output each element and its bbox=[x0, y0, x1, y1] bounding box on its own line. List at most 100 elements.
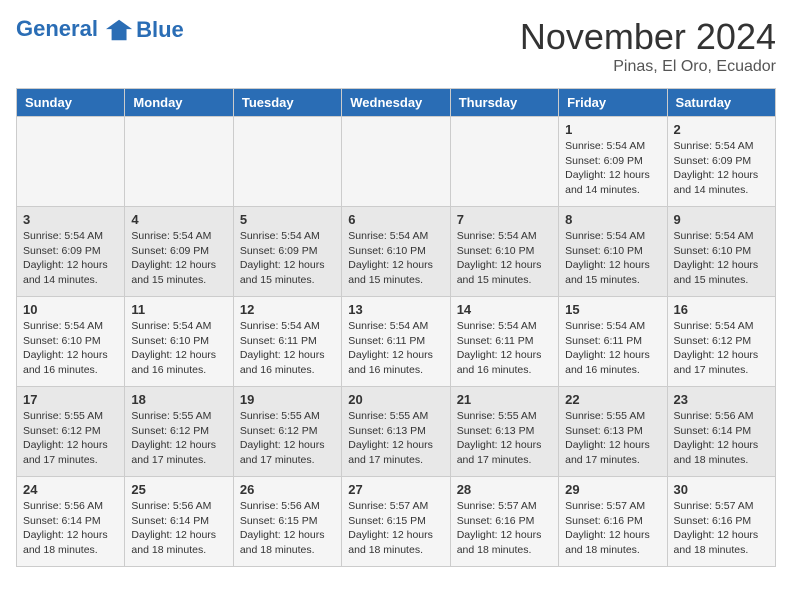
calendar-cell: 12 Sunrise: 5:54 AM Sunset: 6:11 PM Dayli… bbox=[233, 297, 341, 387]
calendar-cell: 9Sunrise: 5:54 AM Sunset: 6:10 PM Daylig… bbox=[667, 207, 775, 297]
day-of-week-header: Friday bbox=[559, 89, 667, 117]
calendar-cell bbox=[17, 117, 125, 207]
location: Pinas, El Oro, Ecuador bbox=[520, 58, 776, 76]
day-info: Sunrise: 5:54 AM Sunset: 6:11 PM Dayligh… bbox=[240, 319, 335, 378]
day-number: 26 bbox=[240, 482, 335, 497]
calendar-cell: 14 Sunrise: 5:54 AM Sunset: 6:11 PM Dayli… bbox=[450, 297, 558, 387]
day-info: Sunrise: 5:54 AM Sunset: 6:10 PM Dayligh… bbox=[457, 229, 552, 288]
day-info: Sunrise: 5:55 AM Sunset: 6:13 PM Dayligh… bbox=[457, 409, 552, 468]
logo-blue: Blue bbox=[136, 18, 184, 42]
day-info: Sunrise: 5:57 AM Sunset: 6:16 PM Dayligh… bbox=[457, 499, 552, 558]
calendar-cell: 30Sunrise: 5:57 AM Sunset: 6:16 PM Dayli… bbox=[667, 477, 775, 567]
calendar-cell: 2Sunrise: 5:54 AM Sunset: 6:09 PM Daylig… bbox=[667, 117, 775, 207]
logo-icon bbox=[106, 16, 134, 44]
calendar-cell bbox=[342, 117, 450, 207]
calendar-cell: 15Sunrise: 5:54 AM Sunset: 6:11 PM Dayli… bbox=[559, 297, 667, 387]
calendar-cell: 13 Sunrise: 5:54 AM Sunset: 6:11 PM Dayli… bbox=[342, 297, 450, 387]
day-of-week-header: Wednesday bbox=[342, 89, 450, 117]
day-info: Sunrise: 5:54 AM Sunset: 6:10 PM Dayligh… bbox=[131, 319, 226, 378]
day-info: Sunrise: 5:54 AM Sunset: 6:09 PM Dayligh… bbox=[565, 139, 660, 198]
calendar-cell bbox=[450, 117, 558, 207]
day-number: 29 bbox=[565, 482, 660, 497]
day-number: 28 bbox=[457, 482, 552, 497]
calendar-cell: 3Sunrise: 5:54 AM Sunset: 6:09 PM Daylig… bbox=[17, 207, 125, 297]
day-number: 20 bbox=[348, 392, 443, 407]
day-number: 24 bbox=[23, 482, 118, 497]
calendar-cell: 22Sunrise: 5:55 AM Sunset: 6:13 PM Dayli… bbox=[559, 387, 667, 477]
calendar-cell: 28 Sunrise: 5:57 AM Sunset: 6:16 PM Dayli… bbox=[450, 477, 558, 567]
day-info: Sunrise: 5:55 AM Sunset: 6:12 PM Dayligh… bbox=[240, 409, 335, 468]
calendar-cell: 26 Sunrise: 5:56 AM Sunset: 6:15 PM Dayli… bbox=[233, 477, 341, 567]
day-number: 1 bbox=[565, 122, 660, 137]
calendar-body: 1 Sunrise: 5:54 AM Sunset: 6:09 PM Daylig… bbox=[17, 117, 776, 567]
calendar-cell: 29 Sunrise: 5:57 AM Sunset: 6:16 PM Dayli… bbox=[559, 477, 667, 567]
day-number: 23 bbox=[674, 392, 769, 407]
day-number: 11 bbox=[131, 302, 226, 317]
calendar-table: SundayMondayTuesdayWednesdayThursdayFrid… bbox=[16, 88, 776, 567]
day-info: Sunrise: 5:55 AM Sunset: 6:13 PM Dayligh… bbox=[348, 409, 443, 468]
day-number: 17 bbox=[23, 392, 118, 407]
calendar-cell: 27Sunrise: 5:57 AM Sunset: 6:15 PM Dayli… bbox=[342, 477, 450, 567]
calendar-cell bbox=[125, 117, 233, 207]
day-of-week-header: Saturday bbox=[667, 89, 775, 117]
title-block: November 2024 Pinas, El Oro, Ecuador bbox=[520, 16, 776, 76]
day-info: Sunrise: 5:54 AM Sunset: 6:09 PM Dayligh… bbox=[131, 229, 226, 288]
day-info: Sunrise: 5:55 AM Sunset: 6:12 PM Dayligh… bbox=[131, 409, 226, 468]
day-number: 16 bbox=[674, 302, 769, 317]
day-number: 21 bbox=[457, 392, 552, 407]
calendar-cell: 1 Sunrise: 5:54 AM Sunset: 6:09 PM Daylig… bbox=[559, 117, 667, 207]
day-of-week-header: Monday bbox=[125, 89, 233, 117]
day-number: 8 bbox=[565, 212, 660, 227]
day-info: Sunrise: 5:55 AM Sunset: 6:12 PM Dayligh… bbox=[23, 409, 118, 468]
calendar-cell: 11 Sunrise: 5:54 AM Sunset: 6:10 PM Dayli… bbox=[125, 297, 233, 387]
day-of-week-header: Sunday bbox=[17, 89, 125, 117]
day-number: 3 bbox=[23, 212, 118, 227]
day-info: Sunrise: 5:56 AM Sunset: 6:14 PM Dayligh… bbox=[23, 499, 118, 558]
calendar-cell: 17 Sunrise: 5:55 AM Sunset: 6:12 PM Dayli… bbox=[17, 387, 125, 477]
calendar-cell: 19 Sunrise: 5:55 AM Sunset: 6:12 PM Dayli… bbox=[233, 387, 341, 477]
month-title: November 2024 bbox=[520, 16, 776, 58]
day-number: 14 bbox=[457, 302, 552, 317]
day-number: 19 bbox=[240, 392, 335, 407]
day-number: 22 bbox=[565, 392, 660, 407]
day-info: Sunrise: 5:54 AM Sunset: 6:11 PM Dayligh… bbox=[457, 319, 552, 378]
calendar-cell: 18 Sunrise: 5:55 AM Sunset: 6:12 PM Dayli… bbox=[125, 387, 233, 477]
calendar-week-row: 24 Sunrise: 5:56 AM Sunset: 6:14 PM Dayli… bbox=[17, 477, 776, 567]
calendar-cell: 5Sunrise: 5:54 AM Sunset: 6:09 PM Daylig… bbox=[233, 207, 341, 297]
calendar-week-row: 3 Sunrise: 5:54 AM Sunset: 6:09 PM Daylig… bbox=[17, 207, 776, 297]
day-info: Sunrise: 5:54 AM Sunset: 6:11 PM Dayligh… bbox=[348, 319, 443, 378]
day-info: Sunrise: 5:54 AM Sunset: 6:12 PM Dayligh… bbox=[674, 319, 769, 378]
day-number: 13 bbox=[348, 302, 443, 317]
calendar-week-row: 1 Sunrise: 5:54 AM Sunset: 6:09 PM Daylig… bbox=[17, 117, 776, 207]
day-number: 27 bbox=[348, 482, 443, 497]
day-number: 15 bbox=[565, 302, 660, 317]
day-number: 12 bbox=[240, 302, 335, 317]
logo-text: General bbox=[16, 16, 134, 44]
calendar-cell: 10 Sunrise: 5:54 AM Sunset: 6:10 PM Dayli… bbox=[17, 297, 125, 387]
day-number: 30 bbox=[674, 482, 769, 497]
calendar-cell: 16 Sunrise: 5:54 AM Sunset: 6:12 PM Dayli… bbox=[667, 297, 775, 387]
calendar-cell bbox=[233, 117, 341, 207]
day-info: Sunrise: 5:56 AM Sunset: 6:15 PM Dayligh… bbox=[240, 499, 335, 558]
calendar-week-row: 10 Sunrise: 5:54 AM Sunset: 6:10 PM Dayli… bbox=[17, 297, 776, 387]
calendar-cell: 6Sunrise: 5:54 AM Sunset: 6:10 PM Daylig… bbox=[342, 207, 450, 297]
calendar-cell: 21 Sunrise: 5:55 AM Sunset: 6:13 PM Dayli… bbox=[450, 387, 558, 477]
day-info: Sunrise: 5:56 AM Sunset: 6:14 PM Dayligh… bbox=[131, 499, 226, 558]
day-info: Sunrise: 5:54 AM Sunset: 6:09 PM Dayligh… bbox=[240, 229, 335, 288]
day-info: Sunrise: 5:54 AM Sunset: 6:10 PM Dayligh… bbox=[565, 229, 660, 288]
day-number: 10 bbox=[23, 302, 118, 317]
calendar-week-row: 17 Sunrise: 5:55 AM Sunset: 6:12 PM Dayli… bbox=[17, 387, 776, 477]
day-number: 25 bbox=[131, 482, 226, 497]
day-of-week-header: Thursday bbox=[450, 89, 558, 117]
day-info: Sunrise: 5:56 AM Sunset: 6:14 PM Dayligh… bbox=[674, 409, 769, 468]
day-info: Sunrise: 5:54 AM Sunset: 6:10 PM Dayligh… bbox=[348, 229, 443, 288]
day-number: 2 bbox=[674, 122, 769, 137]
calendar-cell: 20 Sunrise: 5:55 AM Sunset: 6:13 PM Dayli… bbox=[342, 387, 450, 477]
calendar-header-row: SundayMondayTuesdayWednesdayThursdayFrid… bbox=[17, 89, 776, 117]
calendar-cell: 8 Sunrise: 5:54 AM Sunset: 6:10 PM Daylig… bbox=[559, 207, 667, 297]
day-number: 18 bbox=[131, 392, 226, 407]
day-info: Sunrise: 5:54 AM Sunset: 6:10 PM Dayligh… bbox=[23, 319, 118, 378]
day-info: Sunrise: 5:57 AM Sunset: 6:16 PM Dayligh… bbox=[565, 499, 660, 558]
calendar-cell: 7Sunrise: 5:54 AM Sunset: 6:10 PM Daylig… bbox=[450, 207, 558, 297]
calendar-cell: 23 Sunrise: 5:56 AM Sunset: 6:14 PM Dayli… bbox=[667, 387, 775, 477]
